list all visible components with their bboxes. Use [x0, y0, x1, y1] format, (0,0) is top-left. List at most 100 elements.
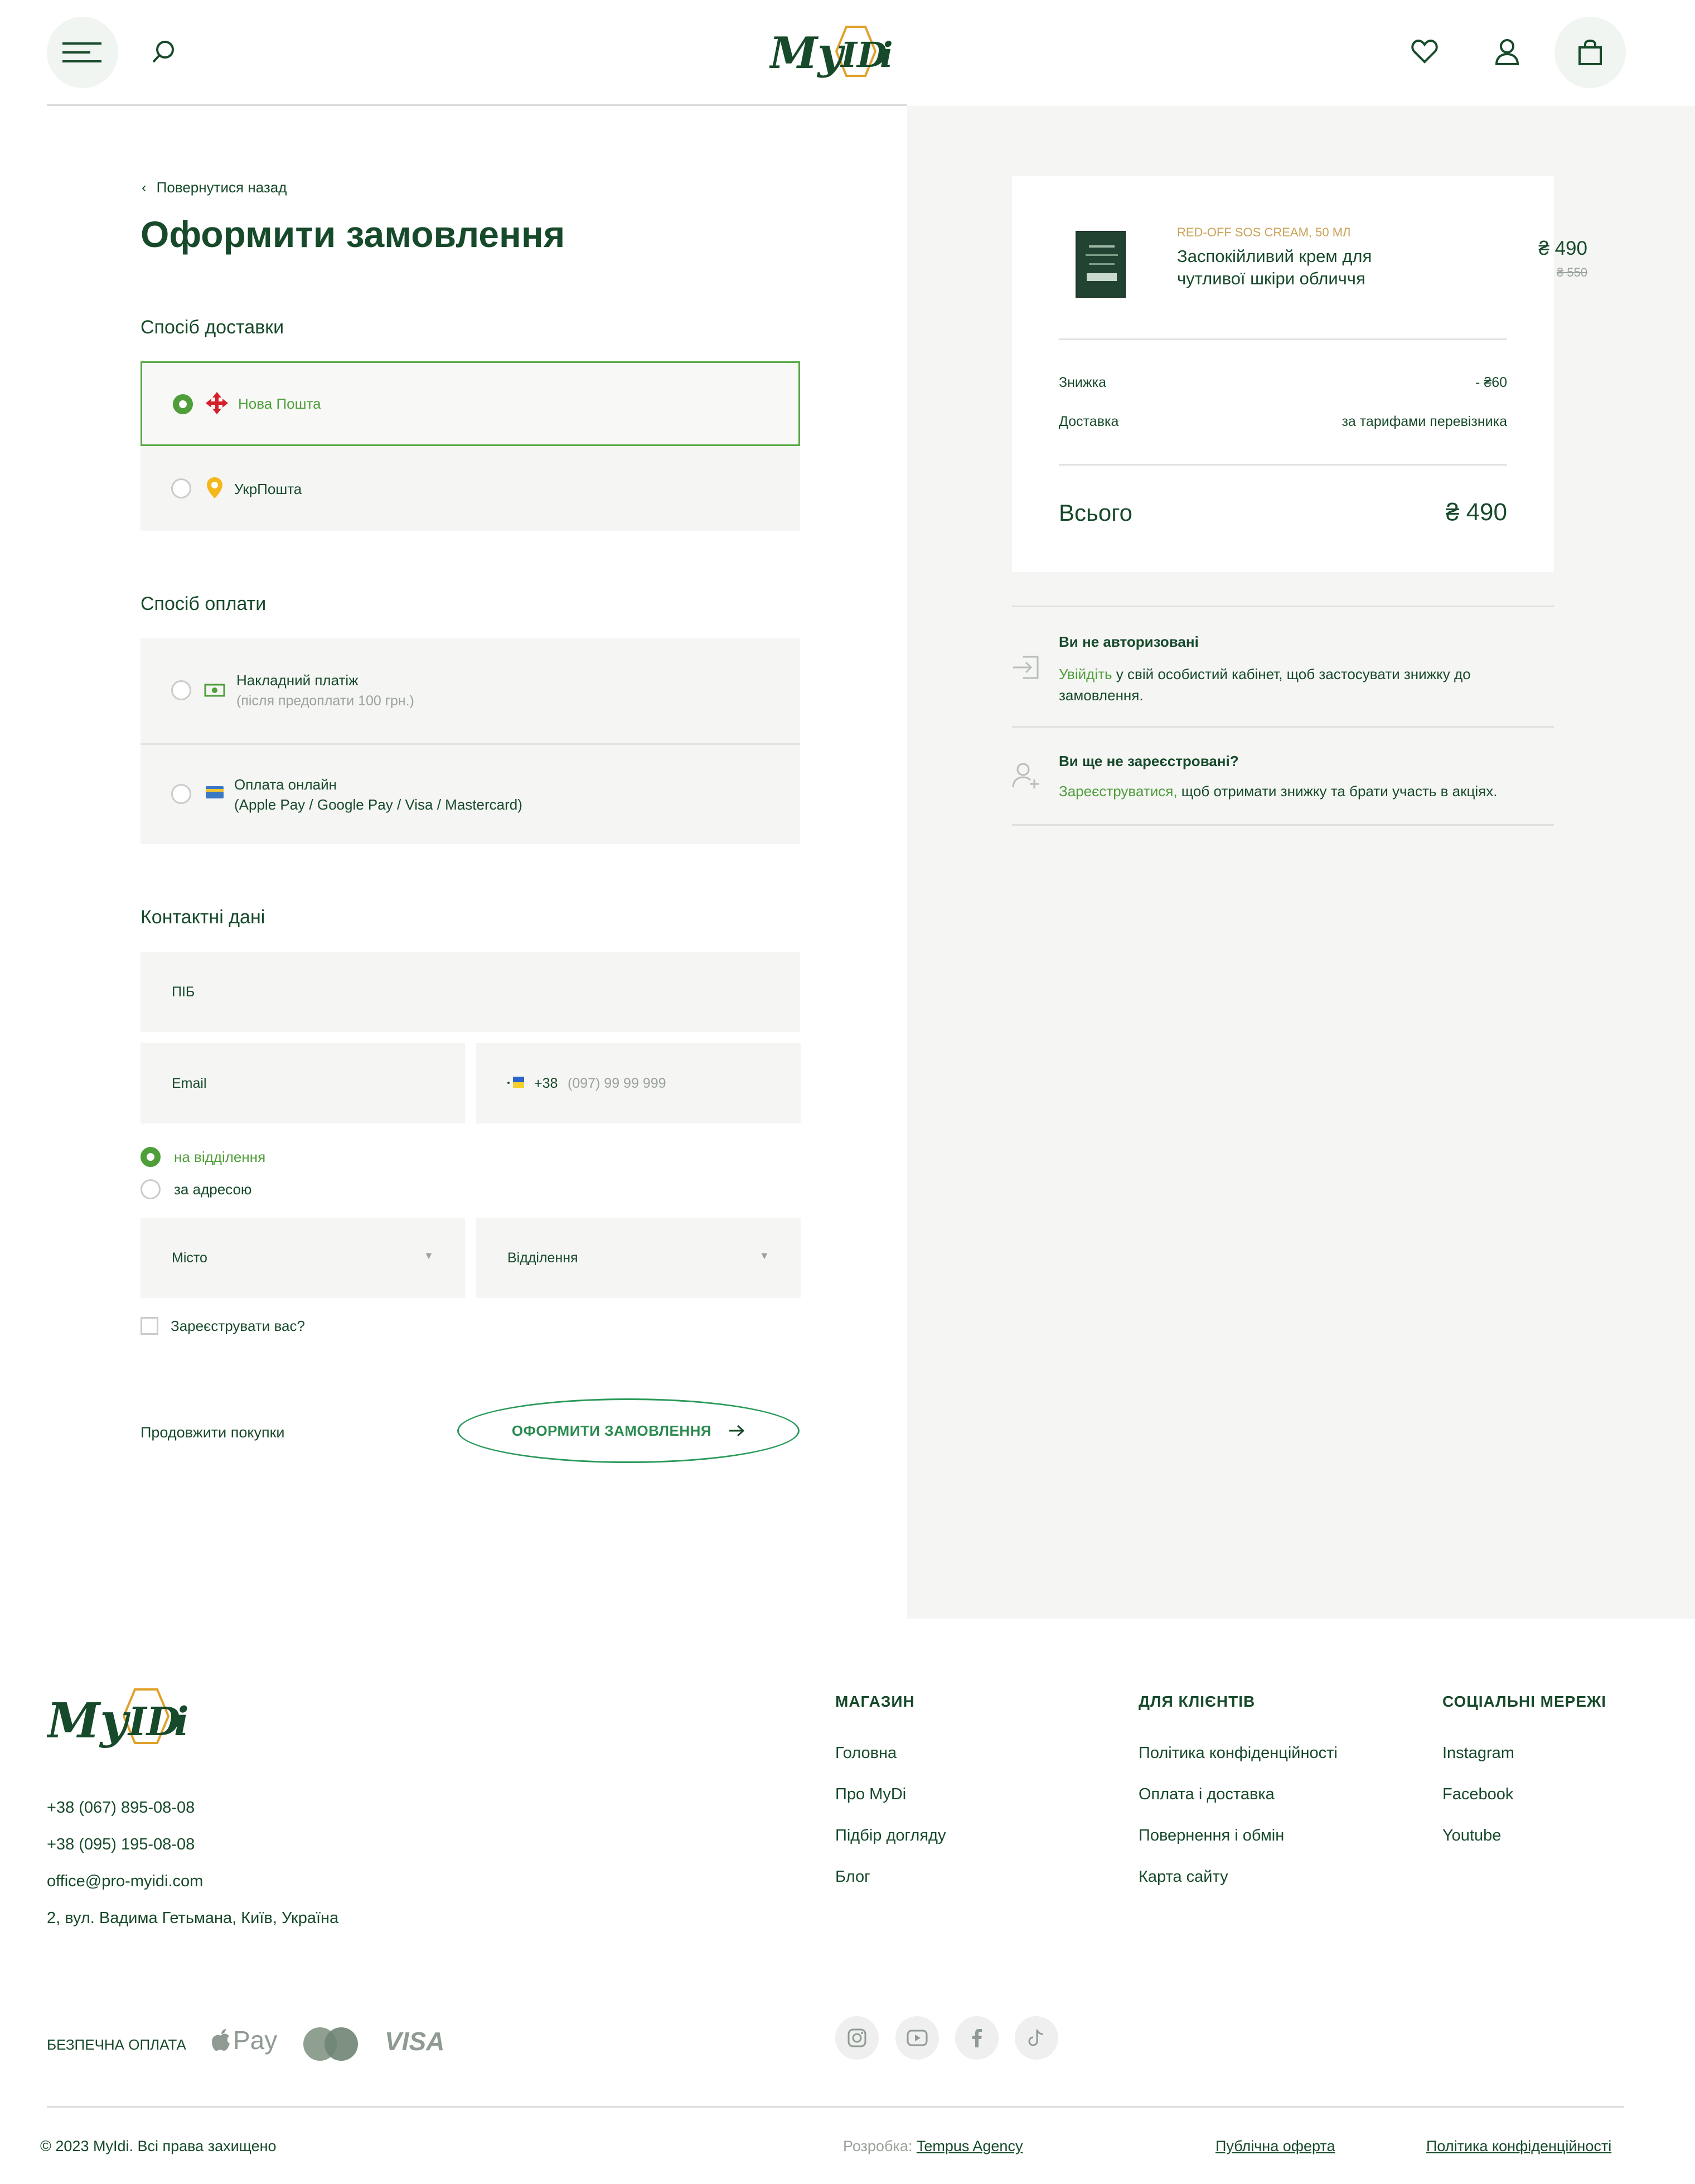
footer-link-care[interactable]: Підбір догляду	[835, 1827, 946, 1845]
login-link[interactable]: Увійдіть	[1059, 666, 1112, 682]
online-note: (Apple Pay / Google Pay / Visa / Masterc…	[234, 796, 522, 813]
wishlist-button[interactable]	[1405, 32, 1444, 71]
mode-branch[interactable]: на відділення	[141, 1147, 265, 1167]
privacy-policy-link[interactable]: Політика конфіденційності	[1426, 2138, 1611, 2155]
phone-placeholder: (097) 99 99 999	[568, 1076, 666, 1091]
radio-address[interactable]	[141, 1179, 161, 1199]
delivery-option-ukrposhta[interactable]: УкрПошта	[141, 446, 800, 531]
apple-icon	[212, 2029, 230, 2051]
chevron-down-icon: ▼	[424, 1250, 434, 1261]
register-link[interactable]: Зареєструватися,	[1059, 783, 1178, 800]
back-link[interactable]: ‹ Повернутися назад	[142, 177, 287, 197]
city-select[interactable]: Місто ▼	[141, 1218, 465, 1298]
radio-branch[interactable]	[141, 1147, 161, 1167]
notice-register-text-body: щоб отримати знижку та брати участь в ак…	[1177, 783, 1498, 800]
branch-label: Відділення	[507, 1250, 578, 1266]
instagram-icon	[848, 2028, 866, 2047]
email-label: Email	[172, 1076, 207, 1091]
cod-note: (після предоплати 100 грн.)	[236, 693, 414, 709]
search-button[interactable]	[144, 32, 183, 71]
delivery-option-novaposhta[interactable]: Нова Пошта	[141, 361, 800, 446]
footer-link-sitemap[interactable]: Карта сайту	[1139, 1868, 1228, 1886]
footer-link-privacy[interactable]: Політика конфіденційності	[1139, 1744, 1338, 1762]
footer-link-about[interactable]: Про MyDi	[835, 1785, 906, 1804]
continue-shopping-link[interactable]: Продовжити покупки	[141, 1424, 285, 1441]
menu-button[interactable]	[47, 17, 118, 88]
shipping-label: Доставка	[1059, 414, 1119, 429]
svg-text:My: My	[769, 28, 845, 79]
phone-field[interactable]: +38 (097) 99 99 999	[476, 1043, 801, 1124]
copyright: © 2023 MyIdi. Всі права захищено	[40, 2138, 277, 2154]
footer-link-home[interactable]: Головна	[835, 1744, 897, 1762]
summary-divider-1	[1059, 338, 1507, 340]
site-logo[interactable]: My ID i	[768, 22, 903, 84]
footer-email[interactable]: office@pro-myidi.com	[47, 1872, 203, 1891]
radio-cod[interactable]	[171, 680, 191, 700]
register-checkbox[interactable]	[141, 1317, 158, 1335]
mastercard-logo	[303, 2027, 359, 2061]
footer-logo[interactable]: My ID i	[45, 1684, 197, 1751]
notice-auth-text1: у свій особистий кабінет, щоб застосуват…	[1112, 666, 1471, 682]
secure-payment-label: БЕЗПЕЧНА ОПЛАТА	[47, 2036, 186, 2053]
footer-link-blog[interactable]: Блог	[835, 1868, 870, 1886]
cart-button[interactable]	[1554, 17, 1626, 88]
footer-social-title: СОЦІАЛЬНІ МЕРЕЖІ	[1442, 1693, 1607, 1710]
notice-auth-text2: замовлення.	[1059, 687, 1144, 704]
footer-clients-title: ДЛЯ КЛІЄНТІВ	[1139, 1693, 1256, 1710]
city-label: Місто	[172, 1250, 207, 1266]
developer-link[interactable]: Tempus Agency	[917, 2138, 1023, 2154]
register-label: Зареєструвати вас?	[171, 1317, 305, 1334]
developer-prefix: Розробка:	[843, 2138, 917, 2154]
radio-online[interactable]	[171, 784, 191, 804]
contacts-title: Контактні дані	[141, 907, 265, 928]
heart-icon	[1411, 40, 1438, 64]
page-title: Оформити замовлення	[141, 214, 565, 255]
branch-select[interactable]: Відділення ▼	[476, 1218, 801, 1298]
email-field[interactable]: Email	[141, 1043, 465, 1124]
account-button[interactable]	[1488, 32, 1527, 71]
arrow-right-icon	[729, 1425, 745, 1437]
discount-value: - ₴60	[1475, 375, 1507, 390]
notice-auth-text: Увійдіть у свій особистий кабінет, щоб з…	[1059, 664, 1471, 706]
mode-address[interactable]: за адресою	[141, 1179, 251, 1199]
radio-ukrposhta[interactable]	[171, 478, 191, 498]
notice-register-text: Зареєструватися, щоб отримати знижку та …	[1059, 783, 1497, 800]
youtube-button[interactable]	[895, 2016, 939, 2060]
chevron-down-icon: ▼	[759, 1250, 769, 1261]
name-field[interactable]: ПІБ	[141, 952, 800, 1032]
notice-register-title: Ви ще не зареєстровані?	[1059, 753, 1239, 769]
product-name-line2: чутливої шкіри обличчя	[1177, 269, 1365, 288]
product-name-line1: Заспокійливий крем для	[1177, 246, 1372, 266]
svg-text:My: My	[47, 1693, 130, 1749]
order-summary-card: RED-OFF SOS CREAM, 50 МЛ Заспокійливий к…	[1012, 176, 1587, 572]
visa-logo: VISA	[385, 2027, 445, 2056]
youtube-icon	[907, 2030, 928, 2046]
name-label: ПІБ	[172, 984, 195, 1000]
facebook-button[interactable]	[955, 2016, 999, 2060]
register-checkbox-row[interactable]: Зареєструвати вас?	[141, 1317, 305, 1335]
mode-branch-label: на відділення	[174, 1148, 266, 1165]
tiktok-icon	[1028, 2029, 1044, 2046]
submit-order-button[interactable]: ОФОРМИТИ ЗАМОВЛЕННЯ	[457, 1398, 800, 1463]
footer-link-facebook[interactable]: Facebook	[1442, 1785, 1513, 1804]
submit-order-label: ОФОРМИТИ ЗАМОВЛЕННЯ	[511, 1422, 712, 1439]
instagram-button[interactable]	[835, 2016, 879, 2060]
payment-option-cod[interactable]: Накладний платіж (після предоплати 100 г…	[141, 638, 800, 743]
payment-option-online[interactable]: Оплата онлайн (Apple Pay / Google Pay / …	[141, 745, 800, 844]
footer-phone-2[interactable]: +38 (095) 195-08-08	[47, 1836, 195, 1854]
radio-novaposhta[interactable]	[173, 394, 193, 414]
product-price: ₴ 490	[1538, 238, 1587, 259]
public-offer-link[interactable]: Публічна оферта	[1215, 2138, 1335, 2155]
bag-icon	[1578, 40, 1602, 65]
tiktok-button[interactable]	[1015, 2016, 1058, 2060]
footer-link-returns[interactable]: Повернення і обмін	[1139, 1827, 1284, 1845]
footer-link-payment[interactable]: Оплата і доставка	[1139, 1785, 1275, 1804]
product-old-price: ₴ 550	[1556, 265, 1587, 279]
facebook-icon	[972, 2029, 982, 2047]
product-image[interactable]	[1076, 231, 1126, 298]
footer-address: 2, вул. Вадима Гетьмана, Київ, Україна	[47, 1909, 339, 1927]
shipping-value: за тарифами перевізника	[1342, 414, 1507, 429]
footer-phone-1[interactable]: +38 (067) 895-08-08	[47, 1799, 195, 1817]
footer-link-instagram[interactable]: Instagram	[1442, 1744, 1514, 1762]
footer-link-youtube[interactable]: Youtube	[1442, 1827, 1501, 1845]
